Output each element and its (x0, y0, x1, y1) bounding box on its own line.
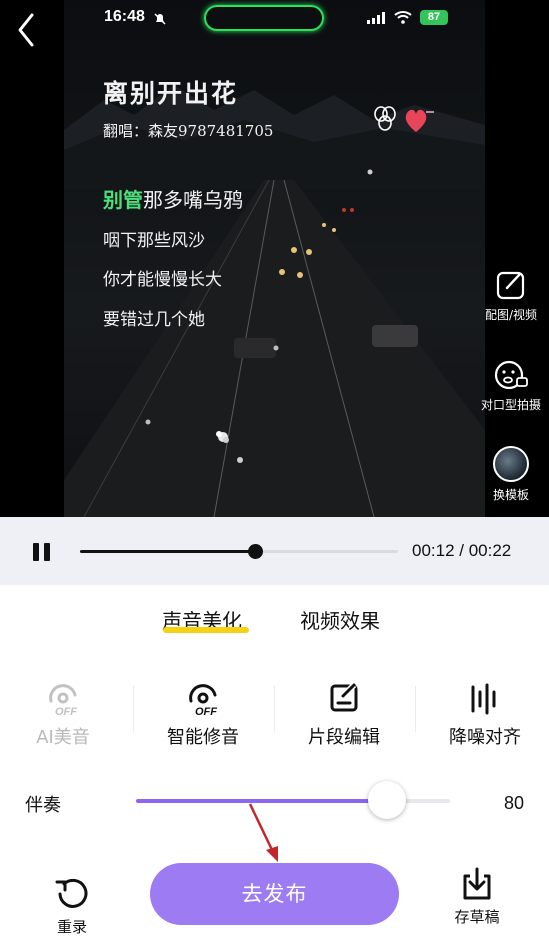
lipsync-shoot-label: 对口型拍摄 (480, 398, 541, 412)
lyric-rest: 那多嘴乌鸦 (143, 188, 243, 212)
accompaniment-value: 80 (504, 793, 525, 813)
song-title: 离别开出花 (103, 79, 239, 108)
template-thumbnail (493, 446, 529, 482)
clip-edit-button[interactable]: 片段编辑 (284, 681, 404, 749)
picture-video-label: 配图/视频 (484, 308, 538, 322)
flower-sticker-icon (374, 106, 396, 131)
change-template-label: 换模板 (492, 488, 529, 502)
pause-icon[interactable] (30, 540, 54, 564)
wifi-icon (394, 11, 412, 24)
total-time: 00:22 (468, 541, 512, 560)
change-template-button[interactable]: 换模板 (471, 446, 549, 503)
rerecord-icon (55, 878, 88, 908)
snowflake-icon (216, 431, 229, 443)
phone-status-bar: 16:48 87 (64, 4, 485, 32)
ai-voice-off-icon: OFF (49, 684, 77, 717)
lyric-line: 咽下那些风沙 (103, 231, 205, 251)
lyric-line: 你才能慢慢长大 (103, 270, 222, 290)
edit-icon (496, 271, 525, 300)
rerecord-button[interactable]: 重录 (42, 876, 102, 937)
rerecord-label: 重录 (56, 918, 87, 936)
bell-off-icon (154, 13, 166, 25)
status-time: 16:48 (104, 8, 145, 25)
ai-voice-button[interactable]: OFF AI美音 (3, 681, 123, 749)
off-badge: OFF (195, 706, 217, 717)
save-draft-label: 存草稿 (454, 908, 500, 926)
save-draft-button[interactable]: 存草稿 (447, 866, 507, 927)
active-tab-underline (163, 627, 249, 633)
video-preview[interactable]: 16:48 87 离别开出花 翻唱：森友9787481705 别管那多嘴乌鸦 咽… (0, 0, 549, 517)
lyric-line-current: 别管那多嘴乌鸦 (103, 184, 243, 213)
ai-voice-label: AI美音 (36, 727, 90, 748)
snowflake-icon (367, 169, 373, 175)
annotation-arrow (248, 803, 278, 862)
lyric-highlight: 别管 (103, 188, 143, 212)
playback-progress-thumb[interactable] (247, 544, 263, 559)
snowflake-icon (145, 419, 151, 425)
tool-divider (133, 686, 134, 732)
song-credit: 翻唱：森友9787481705 (103, 122, 274, 140)
lipsync-shoot-button[interactable]: 对口型拍摄 (471, 358, 549, 413)
denoise-align-icon (471, 683, 496, 715)
denoise-align-label: 降噪对齐 (449, 727, 521, 748)
signal-icon (367, 12, 385, 24)
playback-progress-fill (80, 550, 255, 553)
video-frame: 16:48 87 离别开出花 翻唱：森友9787481705 别管那多嘴乌鸦 咽… (64, 0, 485, 517)
off-badge: OFF (55, 706, 77, 717)
smart-tune-off-icon: OFF (189, 684, 217, 717)
time-separator: / (454, 541, 469, 560)
heart-sticker-icon (405, 109, 434, 132)
lipsync-face-icon (494, 360, 528, 390)
snowflake-icon (273, 345, 279, 351)
tool-divider (274, 686, 275, 732)
snowflake-icon (237, 457, 243, 463)
denoise-align-button[interactable]: 降噪对齐 (425, 681, 545, 749)
back-icon[interactable] (10, 10, 44, 50)
clip-edit-icon (330, 682, 358, 712)
battery-indicator: 87 (420, 10, 448, 25)
accompaniment-label: 伴奏 (25, 795, 61, 816)
accompaniment-slider[interactable] (136, 781, 450, 819)
tab-video-effects[interactable]: 视频效果 (300, 605, 380, 634)
current-time: 00:12 (412, 541, 455, 560)
tool-divider (415, 686, 416, 732)
lyric-line: 要错过几个她 (103, 310, 205, 330)
clip-edit-label: 片段编辑 (308, 727, 380, 748)
smart-tune-button[interactable]: OFF 智能修音 (143, 681, 263, 749)
download-icon (463, 867, 491, 900)
time-readout: 00:12 / 00:22 (412, 541, 511, 561)
dynamic-island (204, 5, 324, 31)
accompaniment-thumb[interactable] (368, 781, 407, 819)
publish-button[interactable]: 去发布 (150, 863, 399, 925)
playback-progress-slider[interactable] (80, 544, 398, 559)
smart-tune-label: 智能修音 (167, 727, 239, 748)
picture-video-button[interactable]: 配图/视频 (471, 268, 549, 323)
